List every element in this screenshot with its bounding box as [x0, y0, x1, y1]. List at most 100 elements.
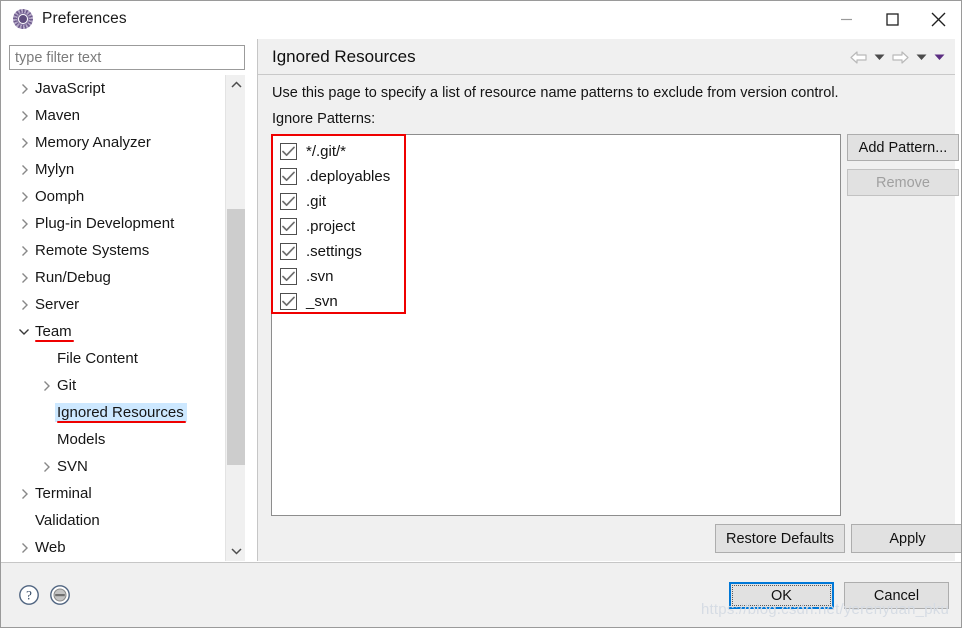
chevron-right-icon[interactable]	[15, 488, 33, 500]
minimize-icon[interactable]	[823, 1, 869, 37]
list-item[interactable]: .git	[272, 189, 840, 214]
sidebar-item-label: Ignored Resources	[55, 403, 187, 423]
chevron-right-icon[interactable]	[37, 380, 55, 392]
sidebar-item-javascript[interactable]: JavaScript	[9, 75, 223, 102]
sidebar-item-label: Server	[35, 296, 80, 313]
sidebar-item-maven[interactable]: Maven	[9, 102, 223, 129]
scroll-up-icon[interactable]	[226, 75, 245, 95]
sidebar-item-label: Run/Debug	[35, 269, 111, 286]
page-navigation	[847, 39, 947, 75]
chevron-right-icon[interactable]	[15, 245, 33, 257]
sidebar-item-label: Memory Analyzer	[35, 134, 151, 151]
forward-arrow-icon[interactable]	[889, 46, 911, 68]
sidebar-item-label: Team	[33, 322, 75, 342]
chevron-right-icon[interactable]	[15, 83, 33, 95]
checkbox-checked-icon[interactable]	[280, 168, 297, 185]
sidebar-item-validation[interactable]: Validation	[9, 507, 223, 534]
sidebar-item-label: JavaScript	[35, 80, 106, 97]
pattern-label: .project	[306, 218, 356, 235]
sidebar-item-ignored-resources[interactable]: Ignored Resources	[9, 399, 223, 426]
sidebar-item-memory-analyzer[interactable]: Memory Analyzer	[9, 129, 223, 156]
pattern-label: _svn	[306, 293, 338, 310]
preferences-dialog: Preferences JavaScript Maven Memory Analyz…	[0, 0, 962, 628]
search-input[interactable]	[9, 45, 245, 70]
sidebar-item-label: Plug-in Development	[35, 215, 175, 232]
pattern-label: .settings	[306, 243, 362, 260]
list-item[interactable]: .settings	[272, 239, 840, 264]
cog-icon	[13, 9, 33, 29]
tree-scrollbar[interactable]	[225, 75, 245, 561]
scrollbar-thumb[interactable]	[227, 209, 245, 465]
scroll-down-icon[interactable]	[226, 541, 245, 561]
sidebar-item-run-debug[interactable]: Run/Debug	[9, 264, 223, 291]
chevron-right-icon[interactable]	[37, 461, 55, 473]
checkbox-checked-icon[interactable]	[280, 143, 297, 160]
chevron-right-icon[interactable]	[15, 299, 33, 311]
chevron-right-icon[interactable]	[15, 272, 33, 284]
sidebar-item-mylyn[interactable]: Mylyn	[9, 156, 223, 183]
chevron-down-icon[interactable]	[15, 327, 33, 336]
sidebar-item-team[interactable]: Team	[9, 318, 223, 345]
window-title: Preferences	[42, 10, 127, 27]
chevron-right-icon[interactable]	[15, 542, 33, 554]
help-icon[interactable]: ?	[18, 584, 40, 606]
sidebar-item-oomph[interactable]: Oomph	[9, 183, 223, 210]
pattern-label: */.git/*	[306, 143, 347, 160]
checkbox-checked-icon[interactable]	[280, 218, 297, 235]
sidebar-item-label: Mylyn	[35, 161, 75, 178]
page-content: Ignored Resources Use this page to speci…	[257, 39, 961, 561]
ok-button-label: OK	[771, 587, 792, 604]
add-pattern-button[interactable]: Add Pattern...	[847, 134, 959, 161]
checkbox-checked-icon[interactable]	[280, 243, 297, 260]
ignore-patterns-list[interactable]: */.git/* .deployables .git .project .setting…	[271, 134, 841, 516]
view-menu-icon[interactable]	[931, 46, 947, 68]
page-description: Use this page to specify a list of resou…	[272, 85, 839, 101]
chevron-right-icon[interactable]	[15, 110, 33, 122]
sidebar-item-plug-in-development[interactable]: Plug-in Development	[9, 210, 223, 237]
close-icon[interactable]	[915, 1, 961, 37]
remove-button[interactable]: Remove	[847, 169, 959, 196]
chevron-right-icon[interactable]	[15, 191, 33, 203]
sidebar-item-label: SVN	[57, 458, 88, 475]
cancel-button[interactable]: Cancel	[844, 582, 949, 609]
sidebar-item-label: Web	[35, 539, 66, 556]
list-item[interactable]: */.git/*	[272, 139, 840, 164]
chevron-right-icon[interactable]	[15, 137, 33, 149]
window-controls	[823, 1, 961, 37]
sidebar-item-label: Terminal	[35, 485, 92, 502]
sidebar-item-git[interactable]: Git	[9, 372, 223, 399]
sidebar-item-svn[interactable]: SVN	[9, 453, 223, 480]
title-bar: Preferences	[1, 1, 961, 37]
ok-button[interactable]: OK	[729, 582, 834, 609]
sidebar-item-label: Remote Systems	[35, 242, 150, 259]
forward-dropdown-icon[interactable]	[913, 46, 929, 68]
checkbox-checked-icon[interactable]	[280, 268, 297, 285]
sidebar-item-file-content[interactable]: File Content	[9, 345, 223, 372]
restore-defaults-button[interactable]: Restore Defaults	[715, 524, 845, 553]
list-item[interactable]: .project	[272, 214, 840, 239]
apply-button[interactable]: Apply	[851, 524, 961, 553]
apply-to-all-icon[interactable]	[49, 584, 71, 606]
checkbox-checked-icon[interactable]	[280, 293, 297, 310]
list-item[interactable]: .deployables	[272, 164, 840, 189]
sidebar-item-server[interactable]: Server	[9, 291, 223, 318]
svg-text:?: ?	[26, 588, 32, 603]
checkbox-checked-icon[interactable]	[280, 193, 297, 210]
page-title: Ignored Resources	[272, 46, 416, 66]
back-dropdown-icon[interactable]	[871, 46, 887, 68]
chevron-right-icon[interactable]	[15, 218, 33, 230]
sidebar-item-models[interactable]: Models	[9, 426, 223, 453]
pattern-label: .svn	[306, 268, 334, 285]
back-arrow-icon[interactable]	[847, 46, 869, 68]
maximize-icon[interactable]	[869, 1, 915, 37]
sidebar-item-label: Validation	[35, 512, 100, 529]
chevron-right-icon[interactable]	[15, 164, 33, 176]
pattern-label: .deployables	[306, 168, 391, 185]
pattern-label: .git	[306, 193, 327, 210]
sidebar-item-web[interactable]: Web	[9, 534, 223, 561]
list-item[interactable]: .svn	[272, 264, 840, 289]
list-item[interactable]: _svn	[272, 289, 840, 314]
sidebar-item-terminal[interactable]: Terminal	[9, 480, 223, 507]
sidebar-item-label: Git	[57, 377, 77, 394]
sidebar-item-remote-systems[interactable]: Remote Systems	[9, 237, 223, 264]
